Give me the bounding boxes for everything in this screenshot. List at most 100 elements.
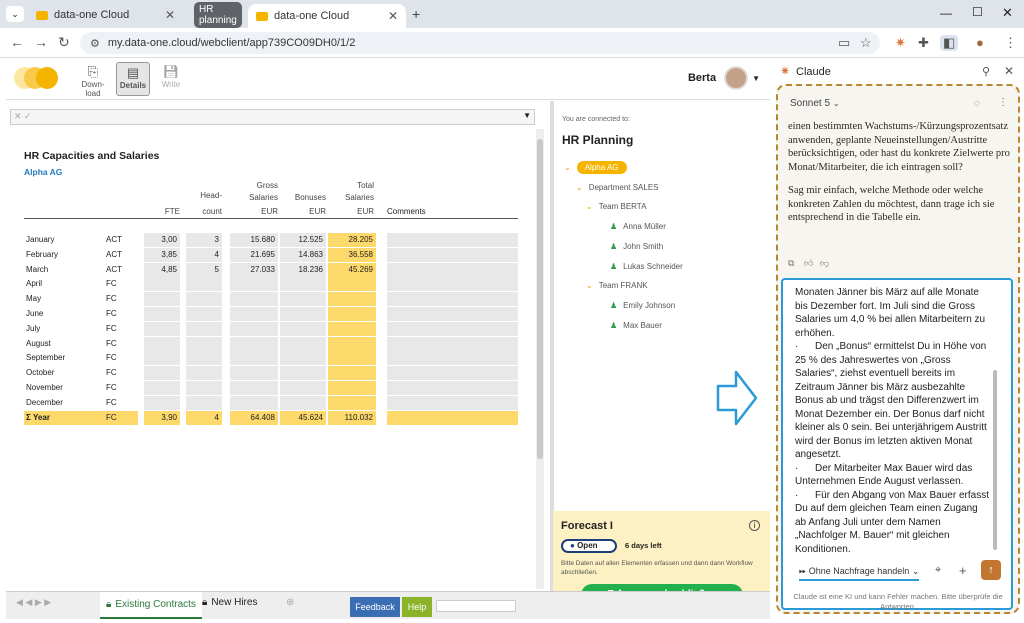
table-cell[interactable]	[280, 321, 326, 336]
table-cell[interactable]	[230, 307, 278, 321]
tree-item[interactable]: ⌄ Team FRANK	[586, 281, 648, 290]
info-icon[interactable]: i	[749, 520, 760, 531]
table-cell[interactable]	[186, 366, 222, 381]
table-cell[interactable]: 15.680	[230, 233, 278, 247]
table-cell[interactable]	[230, 336, 278, 351]
chat-history-icon[interactable]: ◌	[974, 98, 980, 109]
select-element-icon[interactable]: ⌖	[935, 564, 941, 577]
chat-input-text[interactable]: Monaten Jänner bis März auf alle Monate …	[795, 286, 991, 556]
tab-existing-contracts[interactable]: 🔒︎ Existing Contracts	[100, 592, 202, 619]
browser-tab-active[interactable]: data-one Cloud ✕	[248, 4, 406, 28]
tree-item[interactable]: ♟ Max Bauer	[610, 321, 662, 330]
table-cell[interactable]	[230, 395, 278, 410]
tab-group-hr-planning[interactable]: HR planning	[186, 2, 246, 28]
table-cell[interactable]	[328, 381, 376, 395]
table-cell[interactable]	[328, 292, 376, 307]
tree-item[interactable]: ⌄ Team BERTA	[586, 202, 646, 211]
table-cell[interactable]: 21.695	[230, 247, 278, 262]
table-cell[interactable]: 5	[186, 262, 222, 277]
tree-item[interactable]: ♟ Lukas Schneider	[610, 262, 683, 271]
vertical-scrollbar[interactable]	[536, 129, 544, 589]
site-info-icon[interactable]: ⚙	[90, 37, 100, 50]
more-options-icon[interactable]: ⋮	[998, 97, 1008, 108]
table-cell[interactable]: 27.033	[230, 262, 278, 277]
table-cell[interactable]	[328, 366, 376, 381]
table-cell[interactable]	[387, 351, 518, 366]
table-cell[interactable]	[280, 277, 326, 292]
user-menu[interactable]: Berta ▼	[688, 66, 760, 90]
table-cell[interactable]	[328, 277, 376, 292]
table-cell[interactable]: 3	[186, 233, 222, 247]
help-button[interactable]: Help	[402, 597, 432, 617]
tree-item[interactable]: ♟ Emily Johnson	[610, 301, 675, 310]
thumbs-down-icon[interactable]: 👎︎	[820, 258, 829, 269]
horizontal-scrollbar[interactable]	[436, 600, 516, 612]
table-cell[interactable]	[387, 336, 518, 351]
add-sheet-icon[interactable]: ⊕	[286, 597, 294, 608]
table-cell[interactable]	[387, 247, 518, 262]
table-cell[interactable]	[186, 321, 222, 336]
tree-item[interactable]: ⌄ Department SALES	[576, 183, 659, 192]
table-cell[interactable]: 28.205	[328, 233, 376, 247]
table-cell[interactable]	[230, 321, 278, 336]
mode-selector[interactable]: ⏩︎ Ohne Nachfrage handeln ⌄	[799, 566, 920, 581]
table-cell[interactable]: 3,00	[144, 233, 180, 247]
table-cell[interactable]	[387, 262, 518, 277]
table-cell[interactable]	[387, 366, 518, 381]
tree-item[interactable]: ♟ Anna Müller	[610, 222, 666, 231]
table-cell[interactable]	[230, 351, 278, 366]
formula-bar[interactable]: ✕ ✓ ▼	[10, 109, 535, 125]
table-cell[interactable]	[144, 277, 180, 292]
table-cell[interactable]	[230, 366, 278, 381]
table-cell[interactable]	[328, 336, 376, 351]
table-cell[interactable]	[328, 321, 376, 336]
table-cell[interactable]	[387, 307, 518, 321]
table-cell[interactable]	[328, 351, 376, 366]
scroll-thumb[interactable]	[537, 139, 543, 459]
table-cell[interactable]	[144, 381, 180, 395]
new-tab-button[interactable]: +	[412, 6, 420, 22]
model-selector[interactable]: Sonnet 5 ⌄	[790, 98, 840, 109]
table-cell[interactable]: 18.236	[280, 262, 326, 277]
maximize-button[interactable]: ☐	[972, 5, 983, 19]
table-cell[interactable]	[387, 395, 518, 410]
thumbs-up-icon[interactable]: 👍︎	[804, 258, 813, 269]
tab-new-hires[interactable]: 🔒︎ New Hires	[202, 597, 257, 608]
table-cell[interactable]	[144, 307, 180, 321]
feedback-button[interactable]: Feedback	[350, 597, 400, 617]
table-cell[interactable]: 12.525	[280, 233, 326, 247]
send-button[interactable]: ↑	[981, 560, 1001, 580]
close-icon[interactable]: ✕	[388, 9, 398, 23]
download-button[interactable]: ⎘ Down-load	[76, 62, 110, 98]
tree-item[interactable]: ⌄ Alpha AG	[564, 161, 627, 174]
table-cell[interactable]: 4	[186, 247, 222, 262]
table-cell[interactable]	[387, 233, 518, 247]
table-cell[interactable]	[144, 351, 180, 366]
forward-icon[interactable]: →	[34, 34, 48, 50]
dropdown-icon[interactable]: ▼	[523, 111, 531, 120]
table-cell[interactable]	[280, 292, 326, 307]
table-cell[interactable]	[387, 292, 518, 307]
table-cell[interactable]: 36.558	[328, 247, 376, 262]
bookmark-star-icon[interactable]: ☆	[860, 35, 872, 51]
table-cell[interactable]	[144, 366, 180, 381]
table-cell[interactable]	[186, 277, 222, 292]
table-cell[interactable]	[144, 395, 180, 410]
table-cell[interactable]	[387, 277, 518, 292]
input-scrollbar[interactable]	[993, 370, 997, 550]
cancel-icon[interactable]: ✕ ✓	[14, 111, 32, 122]
table-cell[interactable]	[186, 336, 222, 351]
add-attachment-icon[interactable]: +	[959, 563, 967, 578]
table-cell[interactable]	[186, 351, 222, 366]
side-panel-icon[interactable]: ◧	[940, 35, 959, 51]
table-cell[interactable]	[230, 381, 278, 395]
close-icon[interactable]: ✕	[165, 8, 175, 22]
table-cell[interactable]	[186, 292, 222, 307]
table-cell[interactable]	[280, 351, 326, 366]
claude-extension-icon[interactable]: ✷	[895, 35, 906, 51]
pin-icon[interactable]: ⚲	[982, 65, 990, 78]
menu-icon[interactable]: ⋮	[1004, 35, 1017, 51]
table-cell[interactable]: 45.269	[328, 262, 376, 277]
table-cell[interactable]	[186, 381, 222, 395]
copy-icon[interactable]: ⧉	[788, 258, 794, 269]
